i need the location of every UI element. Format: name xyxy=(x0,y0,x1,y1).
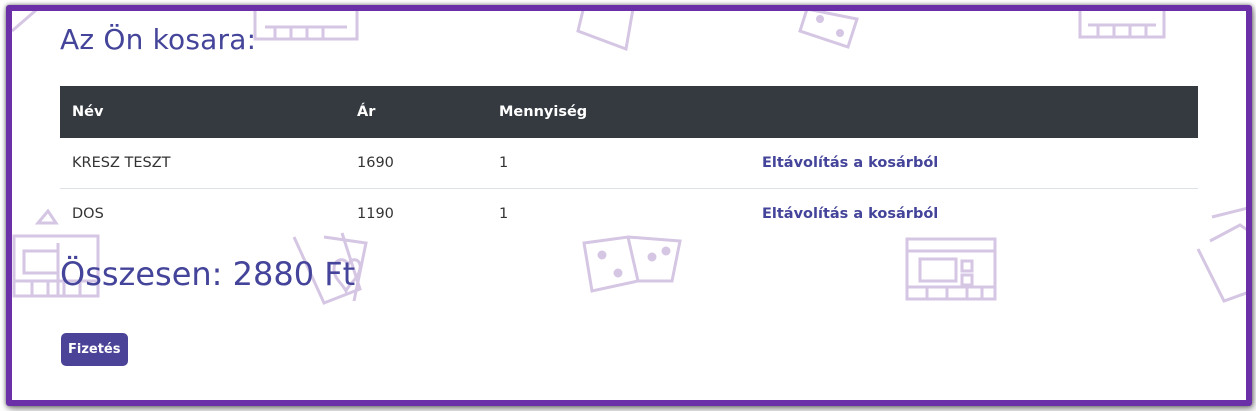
column-header-quantity: Mennyiség xyxy=(499,104,588,120)
cart-table: Név Ár Mennyiség KRESZ TESZT 1690 1 Eltá… xyxy=(60,86,1198,239)
item-quantity: 1 xyxy=(499,155,509,171)
item-price: 1690 xyxy=(357,155,394,171)
page-frame: Az Ön kosara: Név Ár Mennyiség KRESZ TES… xyxy=(6,5,1252,406)
item-quantity: 1 xyxy=(487,188,750,239)
item-name: KRESZ TESZT xyxy=(72,155,171,171)
cart-total: Összesen: 2880 Ft xyxy=(60,255,356,293)
item-price: 1190 xyxy=(345,188,487,239)
cart-title: Az Ön kosara: xyxy=(60,23,257,56)
remove-from-cart-link[interactable]: Eltávolítás a kosárból xyxy=(762,206,938,222)
checkout-button[interactable]: Fizetés xyxy=(61,333,128,366)
table-row: DOS 1190 1 Eltávolítás a kosárból xyxy=(60,188,1198,239)
item-name: DOS xyxy=(60,188,345,239)
column-header-price: Ár xyxy=(357,104,376,120)
table-row: KRESZ TESZT 1690 1 Eltávolítás a kosárbó… xyxy=(60,138,1198,189)
column-header-name: Név xyxy=(72,104,104,120)
table-header-row: Név Ár Mennyiség xyxy=(60,86,1198,138)
column-header-actions xyxy=(750,86,1198,138)
remove-from-cart-link[interactable]: Eltávolítás a kosárból xyxy=(762,155,938,171)
